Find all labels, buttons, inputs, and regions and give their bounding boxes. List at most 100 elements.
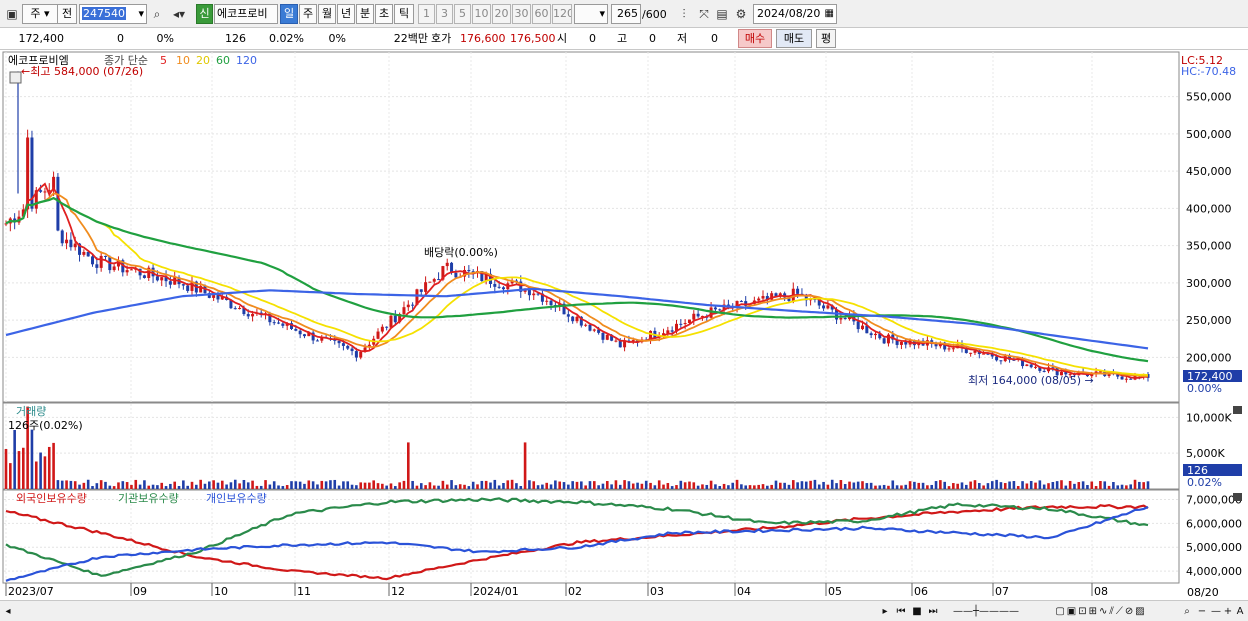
volume-bar	[502, 483, 505, 489]
volume-bar	[800, 481, 804, 489]
volume-bar	[952, 483, 955, 489]
volume-bar	[532, 481, 536, 489]
gear-icon[interactable]: ⚙	[733, 6, 749, 22]
volume-bar	[458, 484, 462, 489]
sell-button[interactable]: 매도	[776, 29, 812, 48]
stock-chart[interactable]: 550,000 500,000 450,000 400,000 350,000 300,0…	[0, 50, 1248, 600]
scroll-right-icon[interactable]: ▸	[878, 604, 892, 619]
interval-120[interactable]: 120	[552, 4, 572, 24]
tab-week[interactable]: 주	[299, 4, 317, 24]
tab-minute[interactable]: 분	[356, 4, 374, 24]
volume-bar	[121, 481, 125, 489]
volume-bar	[437, 485, 440, 489]
date-input[interactable]: 2024/08/20 ▦	[753, 4, 837, 24]
save-icon[interactable]: ▤	[714, 6, 730, 22]
interval-30[interactable]: 30	[512, 4, 531, 24]
interval-select[interactable]: ▾	[574, 4, 608, 24]
volume-bar	[1025, 483, 1029, 489]
tab-year[interactable]: 년	[337, 4, 355, 24]
close-icon[interactable]	[1233, 493, 1242, 501]
volume-bar	[398, 482, 401, 489]
chart-window-icon[interactable]: ▣	[4, 6, 20, 22]
fast-forward-icon[interactable]: ⏭	[926, 604, 940, 619]
dash-icon[interactable]: —	[1210, 604, 1222, 619]
calendar-icon[interactable]	[9, 71, 22, 84]
stock-code-input[interactable]: 247540 ▾	[79, 4, 147, 24]
candle-icon[interactable]: ⫶	[676, 6, 692, 22]
plus-icon[interactable]: +	[1222, 604, 1234, 619]
volume-bar	[337, 485, 341, 489]
volume-bar	[1116, 485, 1120, 489]
tab-tick[interactable]: 틱	[394, 4, 414, 24]
tab-month[interactable]: 월	[318, 4, 336, 24]
volume-bar	[424, 485, 427, 489]
calendar-icon[interactable]: ▦	[825, 5, 834, 23]
candle-body	[432, 279, 436, 282]
candle-body	[999, 360, 1003, 362]
candle-body	[601, 332, 605, 340]
interval-60[interactable]: 60	[532, 4, 551, 24]
candle-body	[1129, 378, 1133, 380]
candle-body	[861, 325, 864, 330]
minus-icon[interactable]: −	[1196, 604, 1208, 619]
interval-5[interactable]: 5	[454, 4, 471, 24]
volume-bar	[584, 485, 587, 489]
candle-body	[899, 341, 903, 345]
tab-second[interactable]: 초	[375, 4, 393, 24]
volume-bar	[1029, 480, 1033, 489]
candle-body	[757, 298, 761, 301]
candle-body	[1120, 376, 1124, 380]
chevron-down-icon[interactable]: ▾	[138, 5, 144, 23]
prev-button[interactable]: 전	[57, 4, 77, 24]
volume-bar	[1090, 481, 1094, 489]
zoom-slider[interactable]: ——┼————	[948, 604, 1024, 619]
volume-bar	[549, 484, 553, 489]
volume-bar	[861, 481, 864, 489]
drawing-tools-icon[interactable]: ▢▣⊡⊞∿⫽⟋⊘▨	[1028, 604, 1174, 619]
search-icon[interactable]: ⌕	[149, 6, 165, 22]
interval-20[interactable]: 20	[492, 4, 511, 24]
volume-bar	[1012, 481, 1016, 489]
tab-day[interactable]: 일	[280, 4, 298, 24]
rewind-icon[interactable]: ⏮	[894, 604, 908, 619]
volume-bar	[471, 481, 475, 489]
interval-3[interactable]: 3	[436, 4, 453, 24]
price-tick-label: 450,000	[1186, 165, 1232, 178]
volume-bar	[839, 480, 843, 489]
scroll-bar[interactable]: ◂ ▸ ⏮ ■ ⏭ ——┼———— ▢▣⊡⊞∿⫽⟋⊘▨ ⌕ − — + A	[0, 600, 1248, 621]
volume-bar	[69, 480, 73, 489]
volume-bar	[722, 483, 726, 489]
count-input[interactable]: 265	[611, 4, 641, 24]
volume-bar	[934, 481, 938, 489]
eval-button[interactable]: 평	[816, 29, 836, 48]
volume-bar	[368, 482, 371, 489]
interval-10[interactable]: 10	[472, 4, 491, 24]
volume-bar	[817, 484, 821, 489]
interval-1[interactable]: 1	[418, 4, 435, 24]
candle-body	[402, 307, 406, 315]
speaker-icon[interactable]: ◂▾	[167, 6, 191, 22]
candle-body	[129, 269, 133, 271]
volume-bar	[575, 481, 579, 489]
close-icon[interactable]	[1233, 406, 1242, 414]
volume-bar	[1068, 480, 1072, 489]
legend-ma60: 60	[216, 54, 230, 67]
candle-body	[155, 276, 159, 281]
buy-button[interactable]: 매수	[738, 29, 772, 48]
ask-price: 176,600	[460, 32, 506, 45]
candle-body	[69, 239, 73, 248]
volume-bar	[34, 461, 38, 489]
volume-bar	[783, 482, 786, 489]
volume-bar	[406, 442, 410, 489]
scroll-left-icon[interactable]: ◂	[2, 604, 14, 619]
market-select[interactable]: 주 ▾	[22, 4, 58, 24]
candle-body	[718, 309, 722, 311]
volume-bar	[381, 483, 384, 489]
holdings-tick-label: 5,000,000	[1186, 541, 1242, 554]
crosshair-icon[interactable]: ⤧	[696, 6, 712, 22]
candle-body	[251, 313, 255, 317]
volume-bar	[151, 484, 155, 489]
font-icon[interactable]: A	[1234, 604, 1246, 619]
zoom-icon[interactable]: ⌕	[1180, 604, 1194, 619]
stop-icon[interactable]: ■	[910, 604, 924, 619]
